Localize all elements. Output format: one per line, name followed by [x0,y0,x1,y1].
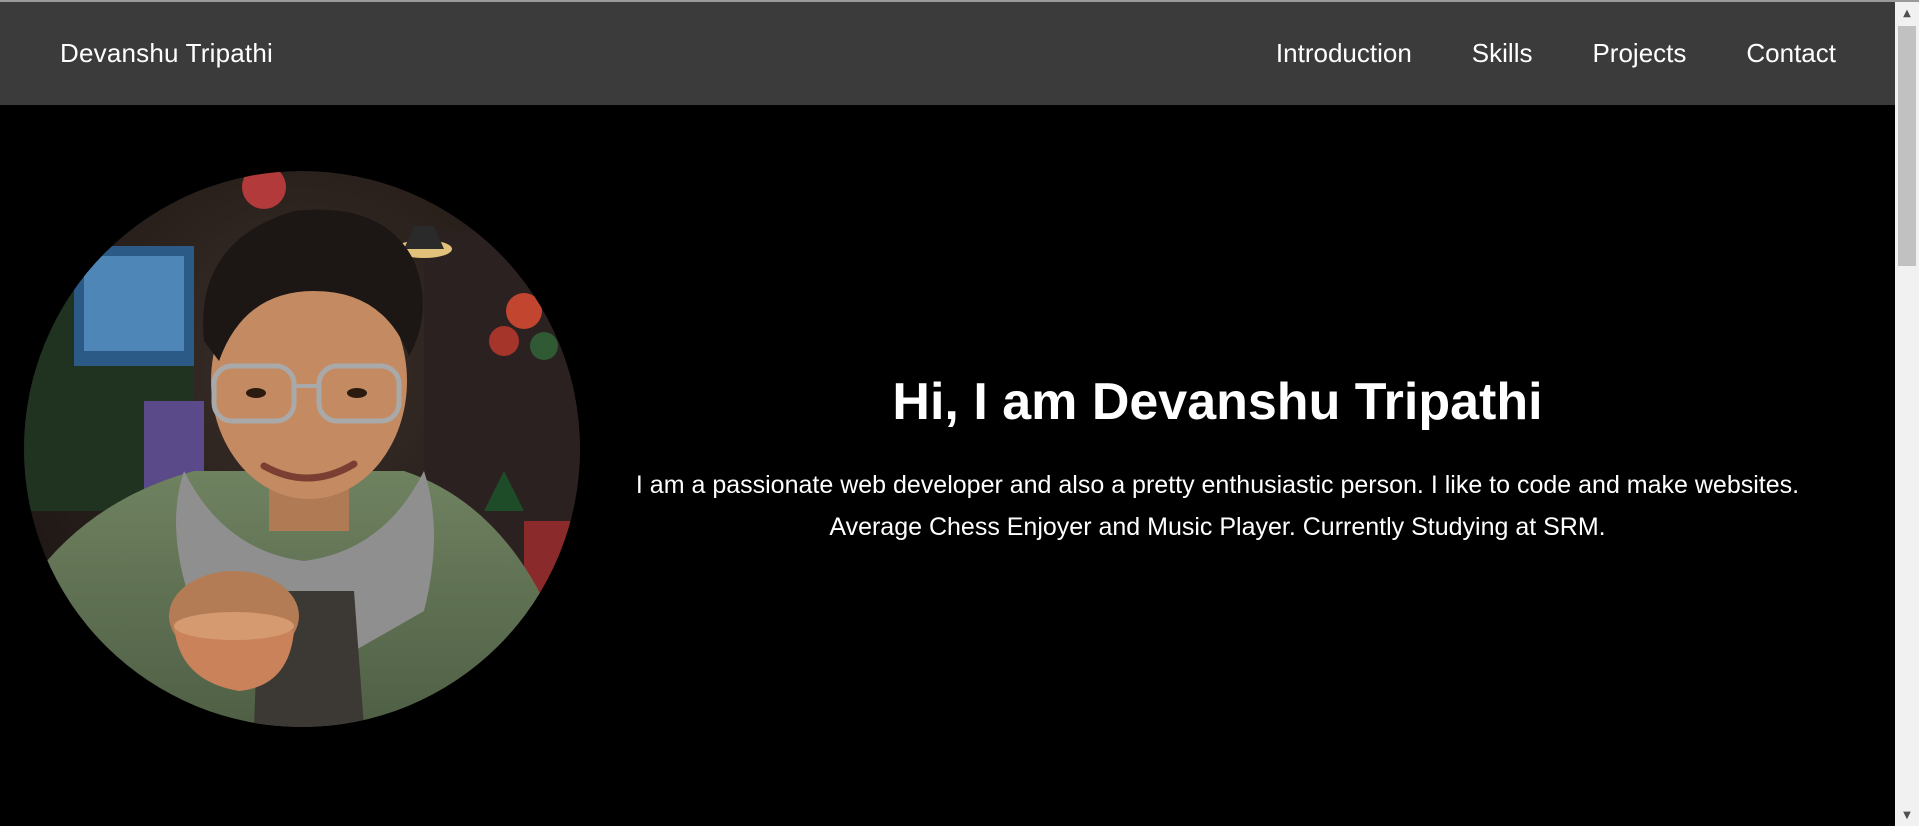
navbar: Devanshu Tripathi Introduction Skills Pr… [0,2,1895,105]
nav-link-introduction[interactable]: Introduction [1276,38,1412,69]
hero-description: I am a passionate web developer and also… [635,471,1800,541]
scroll-down-arrow-icon[interactable]: ▼ [1895,804,1919,826]
nav-link-contact[interactable]: Contact [1746,38,1836,69]
scroll-up-arrow-icon[interactable]: ▲ [1895,2,1919,24]
brand-link[interactable]: Devanshu Tripathi [60,38,273,69]
intro-section: Hi, I am Devanshu Tripathi I am a passio… [0,105,1895,826]
vertical-scrollbar[interactable]: ▲ ▼ [1895,2,1919,826]
hero-heading: Hi, I am Devanshu Tripathi [892,373,1543,431]
nav-link-skills[interactable]: Skills [1472,38,1533,69]
page-viewport: Devanshu Tripathi Introduction Skills Pr… [0,0,1895,826]
profile-photo [24,171,580,727]
scrollbar-thumb[interactable] [1898,26,1916,266]
nav-links: Introduction Skills Projects Contact [1276,38,1836,69]
nav-link-projects[interactable]: Projects [1592,38,1686,69]
window-top-border [0,0,1919,2]
profile-photo-illustration [24,171,580,727]
